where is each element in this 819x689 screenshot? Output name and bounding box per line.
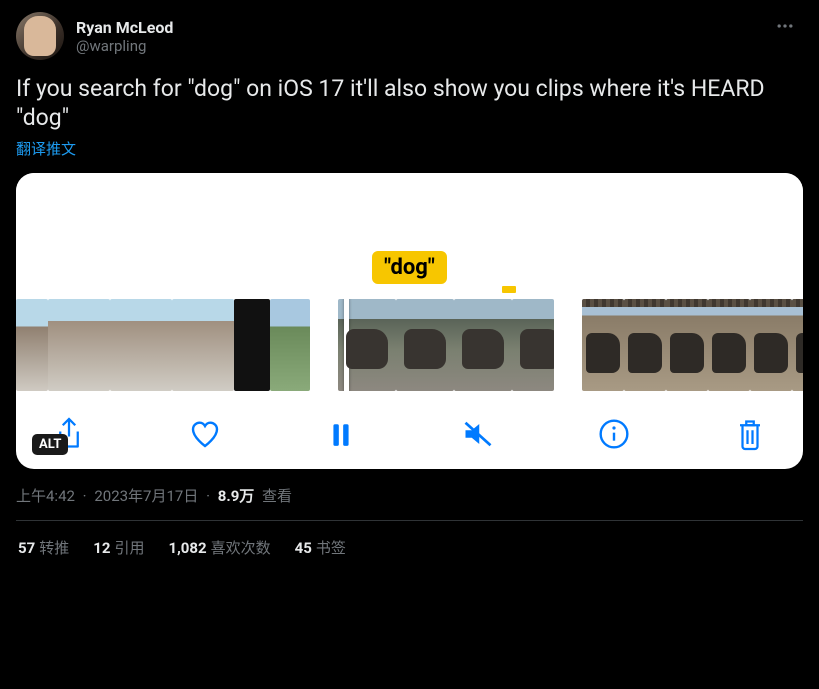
clip-frame[interactable] xyxy=(338,299,396,391)
clip-frame[interactable] xyxy=(172,299,234,391)
pause-button[interactable] xyxy=(324,417,358,451)
mute-button[interactable] xyxy=(461,417,495,451)
views-label: 查看 xyxy=(262,487,292,505)
pause-icon xyxy=(328,419,354,449)
more-button[interactable] xyxy=(767,12,803,40)
clip-frame[interactable] xyxy=(512,299,554,391)
info-button[interactable] xyxy=(597,417,631,451)
clip-frame[interactable] xyxy=(666,299,708,391)
clip-frame[interactable] xyxy=(792,299,803,391)
translate-link[interactable]: 翻译推文 xyxy=(16,138,76,159)
more-icon xyxy=(775,16,795,36)
clip-frame[interactable] xyxy=(624,299,666,391)
avatar[interactable] xyxy=(16,12,64,60)
tweet-text: If you search for "dog" on iOS 17 it'll … xyxy=(16,74,803,132)
clip-frame[interactable] xyxy=(270,299,310,391)
bookmarks-stat[interactable]: 45书签 xyxy=(295,537,346,558)
clip-frame[interactable] xyxy=(110,299,172,391)
clip-group-1[interactable] xyxy=(16,299,310,391)
bookmarks-label: 书签 xyxy=(316,539,346,557)
clip-group-2[interactable] xyxy=(338,299,554,391)
post-date[interactable]: 2023年7月17日 xyxy=(94,487,198,505)
info-icon xyxy=(598,418,630,450)
retweets-count: 57 xyxy=(18,539,35,557)
clip-frame[interactable] xyxy=(48,299,110,391)
likes-label: 喜欢次数 xyxy=(211,539,271,557)
clip-frame[interactable] xyxy=(750,299,792,391)
user-handle[interactable]: @warpling xyxy=(76,37,173,55)
quotes-count: 12 xyxy=(93,539,110,557)
search-tag: "dog" xyxy=(372,251,447,284)
post-time[interactable]: 上午4:42 xyxy=(16,487,75,505)
media-card[interactable]: "dog" xyxy=(16,173,803,469)
trash-icon xyxy=(735,417,765,451)
quotes-label: 引用 xyxy=(114,539,144,557)
display-name[interactable]: Ryan McLeod xyxy=(76,18,173,37)
clip-frame[interactable] xyxy=(16,299,48,391)
likes-stat[interactable]: 1,082 喜欢次数 xyxy=(168,537,270,558)
heart-icon xyxy=(188,418,222,450)
delete-button[interactable] xyxy=(733,417,767,451)
views-count[interactable]: 8.9万 xyxy=(218,487,255,505)
clip-frame[interactable] xyxy=(582,299,624,391)
clip-frame[interactable] xyxy=(708,299,750,391)
video-timeline[interactable] xyxy=(16,299,803,399)
clip-group-3[interactable] xyxy=(582,299,803,391)
alt-badge[interactable]: ALT xyxy=(32,434,68,455)
meta-row: 上午4:42 · 2023年7月17日 · 8.9万 查看 xyxy=(16,485,803,521)
clip-frame[interactable] xyxy=(454,299,512,391)
like-button[interactable] xyxy=(188,417,222,451)
retweets-stat[interactable]: 57转推 xyxy=(18,537,69,558)
quotes-stat[interactable]: 12引用 xyxy=(93,537,144,558)
clip-frame[interactable] xyxy=(396,299,454,391)
retweets-label: 转推 xyxy=(39,539,69,557)
likes-count: 1,082 xyxy=(168,539,206,557)
clip-frame[interactable] xyxy=(234,299,270,391)
mute-icon xyxy=(461,419,495,449)
bookmarks-count: 45 xyxy=(295,539,312,557)
